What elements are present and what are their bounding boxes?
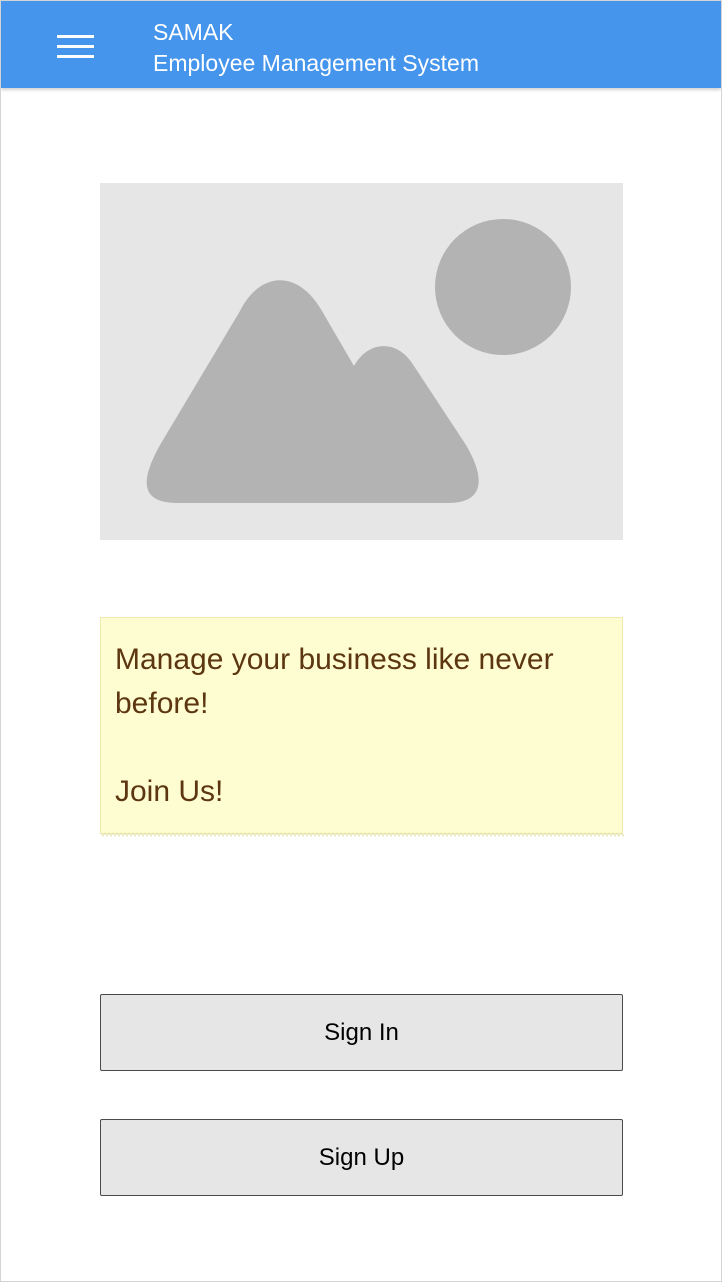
note-zigzag-edge [101,832,624,837]
app-title: SAMAK Employee Management System [153,17,479,79]
note-text: Manage your business like never before! … [115,638,610,814]
note-headline: Manage your business like never before! [115,643,554,720]
image-placeholder-icon [100,183,623,540]
promo-note: Manage your business like never before! … [100,617,624,837]
hero-image-placeholder [100,183,623,540]
screen: SAMAK Employee Management System Manage … [0,0,722,1282]
app-bar: SAMAK Employee Management System [1,1,721,88]
sign-up-button[interactable]: Sign Up [100,1119,623,1196]
menu-button[interactable] [51,28,97,64]
note-call-to-action: Join Us! [115,775,224,808]
app-subtitle: Employee Management System [153,50,479,76]
sign-in-button[interactable]: Sign In [100,994,623,1071]
brand-name: SAMAK [153,19,234,45]
hamburger-menu-icon [57,35,94,58]
